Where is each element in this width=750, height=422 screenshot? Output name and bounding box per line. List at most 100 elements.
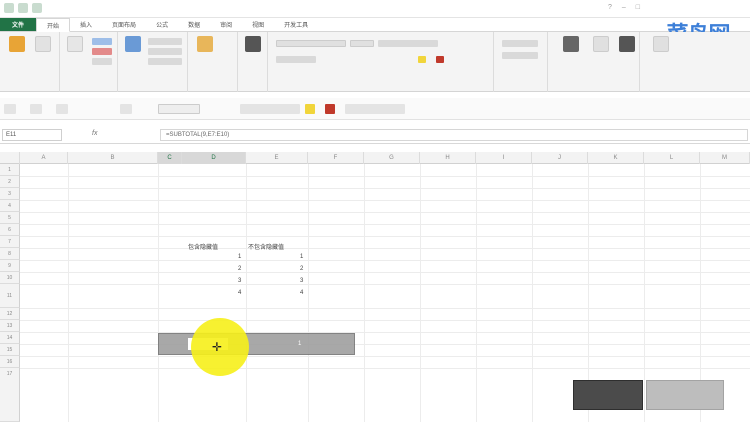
cell-e10[interactable]: 4 [238,290,241,296]
toolbar-item-3[interactable] [56,104,68,114]
ribbon-small-9[interactable] [502,40,538,47]
column-header-i[interactable]: I [476,152,532,164]
ribbon-small-7[interactable] [378,40,438,47]
grid-line [158,164,159,422]
clipboard-button[interactable] [32,36,54,66]
ribbon-button-b[interactable] [122,36,144,66]
ribbon-small-3[interactable] [92,58,112,65]
row-header-5[interactable]: 5 [0,212,20,224]
column-header-a[interactable]: A [20,152,68,164]
ribbon-group-6 [494,32,548,92]
ribbon-button-e[interactable] [560,36,582,66]
cell-f9[interactable]: 3 [300,278,303,284]
row-header-3[interactable]: 3 [0,188,20,200]
ribbon-button-a[interactable] [64,36,86,66]
column-header-g[interactable]: G [364,152,420,164]
tab-view[interactable]: 视图 [242,18,274,31]
column-header-d[interactable]: D [182,152,246,164]
tab-data[interactable]: 数据 [178,18,210,31]
row-header-4[interactable]: 4 [0,200,20,212]
fx-icon[interactable]: fx [92,130,97,137]
toolbar-item-5[interactable] [240,104,300,114]
row-header-13[interactable]: 13 [0,320,20,332]
row-header-14[interactable]: 14 [0,332,20,344]
undo-icon[interactable] [18,3,28,13]
cell-e6-header[interactable]: 不包含隐藏值 [248,242,284,251]
row-header-2[interactable]: 2 [0,176,20,188]
select-all-corner[interactable] [0,152,20,164]
formula-input[interactable]: =SUBTOTAL(9,E7:E10) [160,129,748,141]
tab-developer[interactable]: 开发工具 [274,18,318,31]
row-header-10[interactable]: 10 [0,272,20,284]
minimize-icon[interactable]: – [622,4,626,11]
column-header-k[interactable]: K [588,152,644,164]
ribbon-button-c[interactable] [194,36,216,66]
ribbon-small-6[interactable] [148,58,182,65]
cell-e7[interactable]: 1 [238,254,241,260]
cell-f10[interactable]: 4 [300,290,303,296]
font-name-select[interactable] [276,40,346,47]
redo-icon[interactable] [32,3,42,13]
column-header-j[interactable]: J [532,152,588,164]
text-color-icon[interactable] [325,104,335,114]
ribbon-small-4[interactable] [148,38,182,45]
toolbar-item-4[interactable] [120,104,132,114]
ribbon-small-1[interactable] [92,38,112,45]
ribbon-button-d[interactable] [242,36,264,66]
save-icon[interactable] [4,3,14,13]
toolbar-item-2[interactable] [30,104,42,114]
maximize-icon[interactable]: □ [636,4,640,11]
fill-color-icon[interactable] [418,56,426,63]
font-size-select[interactable] [350,40,374,47]
tab-file[interactable]: 文件 [0,18,37,31]
highlight-icon[interactable] [305,104,315,114]
window-controls[interactable]: ? – □ [608,4,640,11]
help-icon[interactable]: ? [608,4,612,11]
tab-insert[interactable]: 插入 [70,18,102,31]
row-header-17[interactable]: 17 [0,368,20,422]
cell-f11-total[interactable]: 1 [298,341,301,347]
column-header-l[interactable]: L [644,152,700,164]
cell-f7[interactable]: 1 [300,254,303,260]
column-header-c[interactable]: C [158,152,182,164]
tab-review[interactable]: 审阅 [210,18,242,31]
paste-special-icon [197,36,213,52]
cell-f8[interactable]: 2 [300,266,303,272]
row-header-8[interactable]: 8 [0,248,20,260]
ribbon-small-2[interactable] [92,48,112,55]
cell-d6-header[interactable]: 包含隐藏值 [188,242,218,251]
column-header-h[interactable]: H [420,152,476,164]
font-color-icon[interactable] [436,56,444,63]
column-header-b[interactable]: B [68,152,158,164]
paste-button[interactable] [6,36,28,66]
row-header-6[interactable]: 6 [0,224,20,236]
tab-formulas[interactable]: 公式 [146,18,178,31]
row-header-1[interactable]: 1 [0,164,20,176]
row-header-7[interactable]: 7 [0,236,20,248]
ribbon-button-g[interactable] [616,36,638,66]
column-header-f[interactable]: F [308,152,364,164]
row-header-12[interactable]: 12 [0,308,20,320]
ribbon-small-5[interactable] [148,48,182,55]
toolbar-select[interactable] [158,104,200,114]
cell-e9[interactable]: 3 [238,278,241,284]
column-headers: A B C D E F G H I J K L M [0,152,750,164]
column-header-e[interactable]: E [246,152,308,164]
column-header-m[interactable]: M [700,152,750,164]
row-header-15[interactable]: 15 [0,344,20,356]
row-header-11[interactable]: 11 [0,284,20,308]
ribbon-small-10[interactable] [502,52,538,59]
grid-line [246,164,247,422]
ribbon-small-8[interactable] [276,56,316,63]
name-box[interactable]: E11 [2,129,62,141]
ribbon-button-h[interactable] [650,36,672,66]
toolbar-item-1[interactable] [4,104,16,114]
cell-e8[interactable]: 2 [238,266,241,272]
tab-page-layout[interactable]: 页面布局 [102,18,146,31]
quick-access-toolbar[interactable] [4,3,42,13]
toolbar-item-6[interactable] [345,104,405,114]
row-header-16[interactable]: 16 [0,356,20,368]
tab-home[interactable]: 开始 [36,18,71,32]
row-header-9[interactable]: 9 [0,260,20,272]
ribbon-button-f[interactable] [590,36,612,66]
